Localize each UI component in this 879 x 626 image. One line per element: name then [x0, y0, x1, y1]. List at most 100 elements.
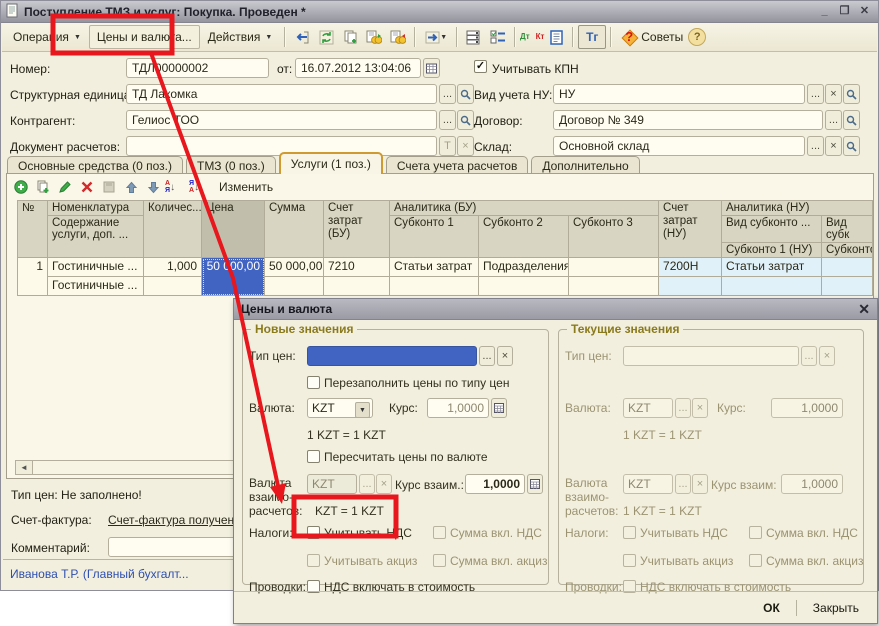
cell-sum[interactable]: 50 000,00 [265, 258, 324, 277]
select-ellipsis-button[interactable]: ... [439, 84, 456, 104]
select-ellipsis-button[interactable]: ... [807, 84, 824, 104]
list-settings-button[interactable] [462, 26, 486, 48]
price-type-field[interactable] [307, 346, 477, 366]
cell-account-nu[interactable]: 7200Н [659, 258, 722, 277]
go-to-button[interactable]: ▼ [420, 26, 452, 48]
tab-additional[interactable]: Дополнительно [531, 156, 639, 174]
col-header-sub1-nu[interactable]: Субконто 1 (НУ) [722, 243, 822, 258]
number-field[interactable]: ТДЛ00000002 [126, 58, 269, 78]
select-ellipsis-button[interactable]: ... [807, 136, 824, 156]
minimize-button[interactable]: _ [816, 4, 833, 19]
cell-sub2-nu[interactable] [822, 258, 873, 277]
excise-incl-checkbox[interactable] [433, 554, 446, 567]
cell-empty[interactable] [390, 277, 479, 296]
cell-price-selected[interactable]: 50 000,00 [202, 258, 265, 296]
select-ellipsis-button[interactable]: ... [825, 110, 842, 130]
dialog-close-icon[interactable]: ✕ [858, 302, 870, 316]
col-header-analytics-bu[interactable]: Аналитика (БУ) [390, 201, 659, 216]
cell-empty[interactable] [569, 277, 659, 296]
recalc-prices-checkbox[interactable] [307, 450, 320, 463]
col-header-qty[interactable]: Количес... [144, 201, 202, 258]
col-header-account-bu[interactable]: Счет затрат (БУ) [324, 201, 390, 258]
edit-row-button[interactable] [55, 177, 75, 197]
table-row[interactable]: 1 Гостиничные ... 1,000 50 000,00 50 000… [18, 258, 873, 277]
structural-unit-field[interactable]: ТД Лакомка [126, 84, 437, 104]
warehouse-field[interactable]: Основной склад [553, 136, 805, 156]
actions-menu-button[interactable]: Действия▼ [200, 25, 281, 49]
col-header-analytics-nu[interactable]: Аналитика (НУ) [722, 201, 873, 216]
settle-currency-field[interactable]: KZT [307, 474, 357, 494]
select-ellipsis-button[interactable]: ... [439, 110, 456, 130]
text-edit-button[interactable]: T [439, 136, 456, 156]
col-header-subkind2[interactable]: Вид субк [822, 216, 873, 243]
cell-empty[interactable] [265, 277, 324, 296]
cell-empty[interactable] [144, 277, 202, 296]
nu-view-field[interactable]: НУ [553, 84, 805, 104]
settle-rate-field[interactable]: 1,0000 [465, 474, 525, 494]
cell-account-bu[interactable]: 7210 [324, 258, 390, 277]
col-header-price[interactable]: Цена [202, 201, 265, 258]
close-button[interactable]: ✕ [856, 4, 873, 19]
contract-field[interactable]: Договор № 349 [553, 110, 823, 130]
rate-field[interactable]: 1,0000 [427, 398, 489, 418]
col-header-sum[interactable]: Сумма [265, 201, 324, 258]
cell-sub1[interactable]: Статьи затрат [390, 258, 479, 277]
magnifier-button[interactable] [457, 84, 474, 104]
edit-cell-button[interactable]: Изменить [213, 177, 279, 197]
sort-descending-button[interactable]: ЯА ↓ [189, 177, 211, 197]
calendar-button[interactable] [423, 58, 440, 78]
magnifier-button[interactable] [457, 110, 474, 130]
calculator-button[interactable] [491, 398, 507, 418]
tab-tmz[interactable]: ТМЗ (0 поз.) [186, 156, 276, 174]
col-header-nomenclature[interactable]: Номенклатура [48, 201, 144, 216]
select-ellipsis-button[interactable]: ... [479, 346, 495, 366]
select-ellipsis-button[interactable]: ... [359, 474, 375, 494]
tab-services[interactable]: Услуги (1 поз.) [279, 152, 383, 174]
currency-combo[interactable]: KZT ▼ [307, 398, 373, 418]
kpn-checkbox[interactable]: ✓ [474, 60, 487, 73]
cell-empty[interactable] [659, 277, 722, 296]
totals-button[interactable]: Тг [578, 25, 606, 49]
magnifier-button[interactable] [843, 136, 860, 156]
cell-sub2[interactable]: Подразделения [479, 258, 569, 277]
date-field[interactable]: 16.07.2012 13:04:06 [295, 58, 421, 78]
unpost-document-button[interactable] [386, 26, 410, 48]
clear-button[interactable]: × [376, 474, 392, 494]
magnifier-button[interactable] [843, 84, 860, 104]
tab-settlement-accounts[interactable]: Счета учета расчетов [386, 156, 528, 174]
col-header-sub2-nu[interactable]: Субконто [822, 243, 873, 258]
vat-incl-checkbox[interactable] [433, 526, 446, 539]
ok-button[interactable]: ОК [757, 599, 786, 617]
clear-button[interactable]: × [825, 84, 842, 104]
cell-nomenclature[interactable]: Гостиничные ... [48, 258, 144, 277]
document-structure-button[interactable] [544, 26, 568, 48]
services-table[interactable]: № Номенклатура Количес... Цена Сумма Сче… [17, 200, 873, 296]
vat-checkbox[interactable] [307, 526, 320, 539]
columns-settings-button[interactable] [486, 26, 510, 48]
cell-sub1-nu[interactable]: Статьи затрат [722, 258, 822, 277]
copy-row-button[interactable] [33, 177, 53, 197]
advice-button[interactable]: ? Советы [616, 26, 688, 48]
table-row-line2[interactable]: Гостиничные ... [18, 277, 873, 296]
scroll-left-button[interactable]: ◄ [16, 461, 33, 474]
cell-empty[interactable] [722, 277, 822, 296]
prices-currency-button[interactable]: Цены и валюта... [89, 25, 200, 49]
chevron-down-icon[interactable]: ▼ [355, 402, 370, 418]
cell-content[interactable]: Гостиничные ... [48, 277, 144, 296]
calculator-button[interactable] [527, 474, 543, 494]
cell-empty[interactable] [479, 277, 569, 296]
cell-empty[interactable] [324, 277, 390, 296]
post-document-button[interactable] [362, 26, 386, 48]
counterparty-field[interactable]: Гелиос ТОО [126, 110, 437, 130]
reread-button[interactable] [290, 26, 314, 48]
dialog-close-button[interactable]: Закрыть [807, 599, 865, 617]
cell-num[interactable]: 1 [18, 258, 48, 296]
cell-empty[interactable] [822, 277, 873, 296]
col-header-subkind1[interactable]: Вид субконто ... [722, 216, 822, 243]
col-header-account-nu[interactable]: Счет затрат (НУ) [659, 201, 722, 258]
tab-fixed-assets[interactable]: Основные средства (0 поз.) [7, 156, 183, 174]
cell-qty[interactable]: 1,000 [144, 258, 202, 277]
col-header-sub1[interactable]: Субконто 1 [390, 216, 479, 258]
col-header-content[interactable]: Содержание услуги, доп. ... [48, 216, 144, 258]
refill-prices-checkbox[interactable] [307, 376, 320, 389]
